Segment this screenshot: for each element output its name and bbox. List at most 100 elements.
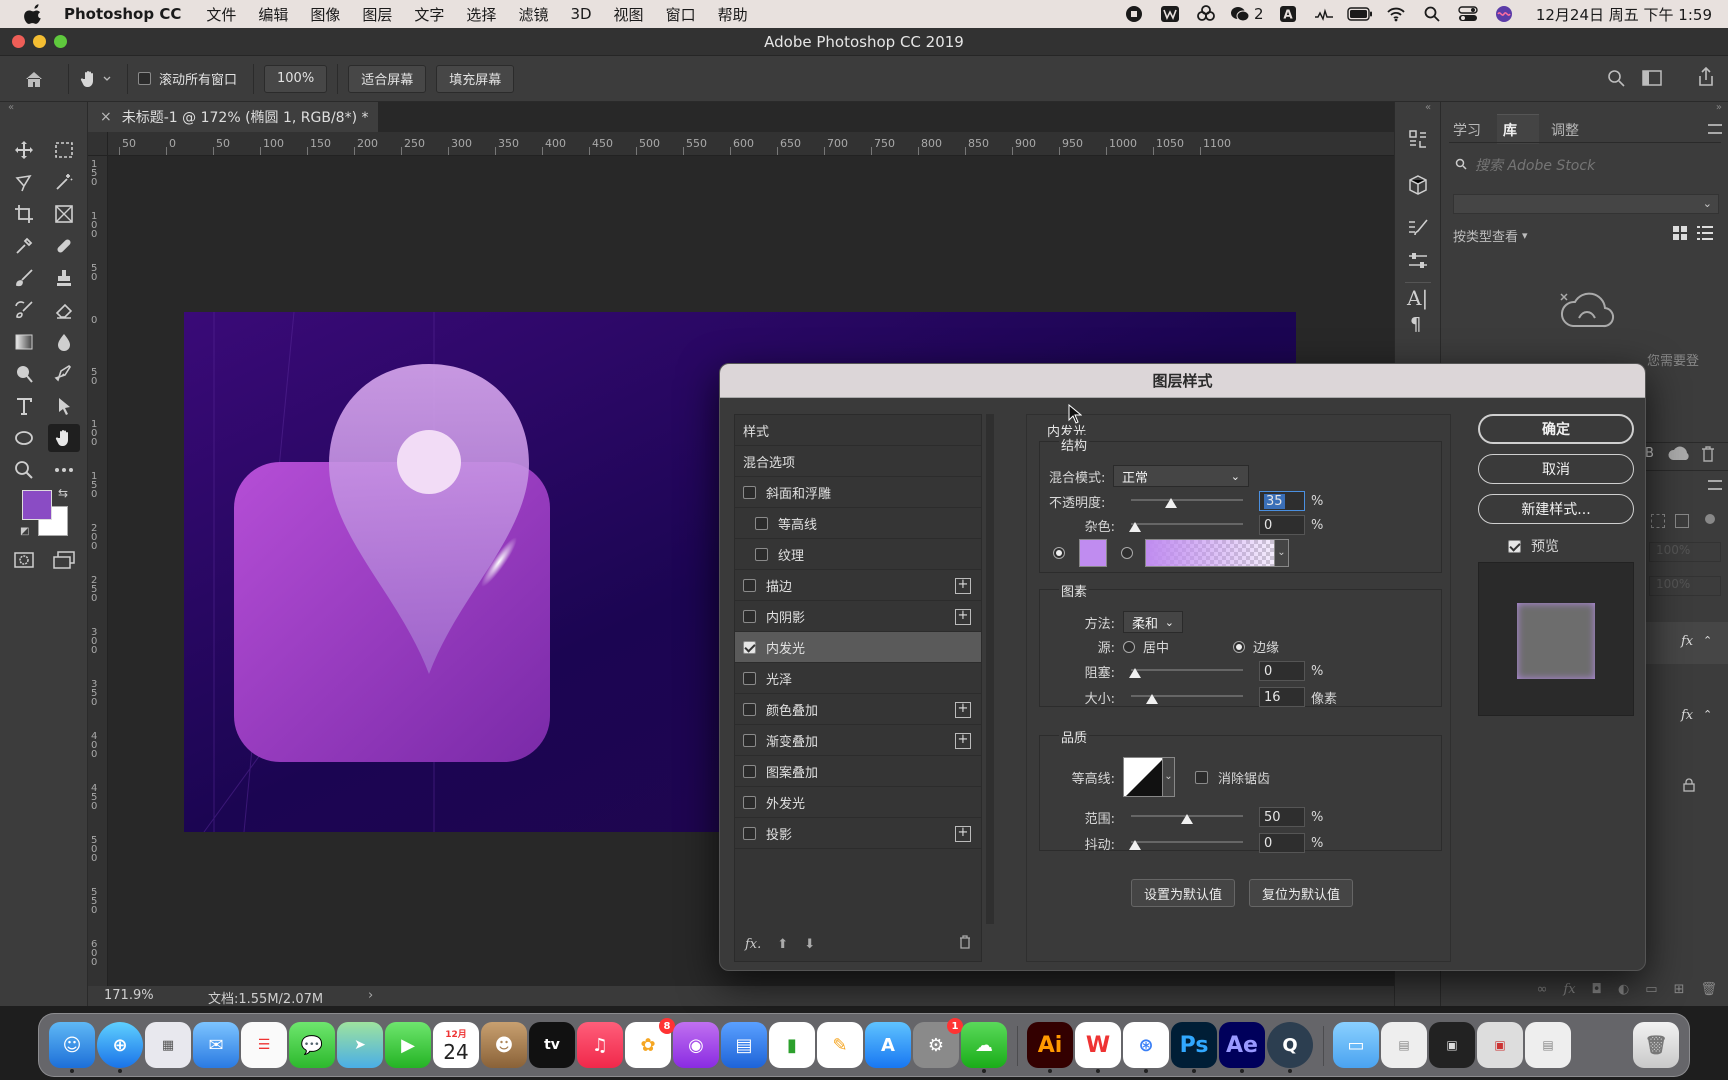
quicktime-icon[interactable]: Q (1267, 1022, 1313, 1068)
ellipse-tool-icon[interactable] (8, 424, 40, 452)
clone-stamp-icon[interactable] (48, 264, 80, 292)
effect-item[interactable]: 纹理 (735, 539, 981, 570)
home-icon[interactable] (0, 70, 68, 88)
wifi-icon[interactable] (1378, 0, 1414, 28)
gradient-tool-icon[interactable] (8, 328, 40, 356)
chevron-up-icon[interactable]: ⌃ (1703, 634, 1712, 647)
recent-doc-thumb-2[interactable]: ▣ (1429, 1022, 1475, 1068)
reminders-icon[interactable]: ☰ (241, 1022, 287, 1068)
layer-fx-icon[interactable]: fx (1681, 708, 1693, 723)
status-zoom[interactable]: 171.9% (104, 988, 154, 1003)
search-icon[interactable] (1607, 69, 1625, 91)
layers-menu-icon[interactable] (1708, 480, 1722, 490)
close-tab-icon[interactable]: × (100, 109, 112, 125)
range-slider[interactable] (1131, 812, 1243, 824)
effect-checkbox[interactable] (743, 795, 756, 809)
stop-record-icon[interactable] (1116, 0, 1152, 28)
layer-lock-icon[interactable] (1683, 778, 1695, 796)
eyedropper-tool-icon[interactable] (8, 232, 40, 260)
stock-search-input[interactable] (1475, 158, 1705, 174)
menu-app-name[interactable]: Photoshop CC (64, 5, 181, 23)
music-icon[interactable]: ♫ (577, 1022, 623, 1068)
minimize-window-button[interactable] (33, 35, 46, 48)
workspace-icon[interactable] (1642, 69, 1664, 91)
lock-position-icon[interactable] (1705, 514, 1715, 524)
input-method-icon[interactable]: A (1270, 0, 1306, 28)
reset-default-button[interactable]: 复位为默认值 (1249, 879, 1353, 907)
share-icon[interactable] (1696, 66, 1716, 91)
effect-item[interactable]: 描边 + (735, 570, 981, 601)
menu-clock[interactable]: 12月24日 周五 下午 1:59 (1536, 4, 1712, 25)
add-effect-instance-icon[interactable]: + (955, 826, 971, 842)
zoom-tool-icon[interactable] (8, 456, 40, 484)
trash-icon[interactable] (1701, 446, 1715, 466)
zoom-window-button[interactable] (54, 35, 67, 48)
effect-checkbox[interactable] (743, 826, 756, 840)
effect-item[interactable]: 等高线 (735, 508, 981, 539)
photoshop-icon[interactable]: Ps (1171, 1022, 1217, 1068)
size-slider-thumb[interactable] (1145, 694, 1158, 704)
noise-slider[interactable] (1129, 520, 1243, 532)
effect-item[interactable]: 外发光 (735, 787, 981, 818)
effect-checkbox[interactable] (743, 671, 756, 685)
collapse-toolbar-icon[interactable]: « (8, 102, 14, 113)
source-edge-radio[interactable] (1233, 640, 1246, 653)
blending-options-item[interactable]: 混合选项 (735, 446, 981, 477)
add-effect-instance-icon[interactable]: + (955, 733, 971, 749)
cloud-status-icon[interactable] (1667, 444, 1691, 466)
recent-doc-thumb-3[interactable]: ▣ (1477, 1022, 1523, 1068)
effect-item[interactable]: 斜面和浮雕 (735, 477, 981, 508)
add-style-icon[interactable]: fx (1563, 982, 1575, 997)
add-mask-icon[interactable]: ◘ (1592, 982, 1602, 997)
vertical-ruler[interactable]: 1 5 0 1 0 0 5 0 0 5 0 1 0 0 1 5 0 2 0 0 2 5 0 3 0… (88, 156, 108, 986)
hand-tool-preset-picker[interactable] (79, 69, 111, 89)
magic-wand-icon[interactable] (48, 168, 80, 196)
link-layers-icon[interactable]: ∞ (1537, 982, 1548, 997)
cancel-button[interactable]: 取消 (1478, 454, 1634, 484)
menu-filter[interactable]: 滤镜 (518, 4, 548, 25)
contacts-icon[interactable]: ☻ (481, 1022, 527, 1068)
range-slider-thumb[interactable] (1181, 814, 1193, 824)
styles-scrollbar[interactable] (986, 414, 994, 924)
character-panel-icon[interactable]: A| (1407, 286, 1428, 310)
preview-checkbox[interactable] (1508, 539, 1521, 553)
status-menu-arrow-icon[interactable]: › (368, 988, 373, 1003)
frame-tool-icon[interactable] (48, 200, 80, 228)
list-view-icon[interactable] (1697, 226, 1713, 244)
menu-image[interactable]: 图像 (310, 4, 340, 25)
numbers-icon[interactable]: ▮ (769, 1022, 815, 1068)
status-doc-size[interactable]: 文档:1.55M/2.07M (208, 988, 323, 1007)
effect-checkbox[interactable] (743, 764, 756, 778)
menu-view[interactable]: 视图 (614, 4, 644, 25)
chevron-down-icon[interactable]: ⌄ (1275, 539, 1289, 567)
panel-menu-icon[interactable] (1708, 124, 1722, 134)
make-default-button[interactable]: 设置为默认值 (1131, 879, 1235, 907)
opacity-slider-thumb[interactable] (1165, 498, 1178, 508)
tab-library[interactable]: 库 (1503, 120, 1517, 140)
messages-icon[interactable]: 💬 (289, 1022, 335, 1068)
quick-mask-icon[interactable] (8, 546, 40, 574)
more-tools-icon[interactable] (48, 456, 80, 484)
brush-tool-icon[interactable] (8, 264, 40, 292)
history-panel-icon[interactable] (1407, 128, 1429, 154)
swap-colors-icon[interactable]: ⇆ (58, 486, 68, 500)
range-input[interactable]: 50 (1259, 807, 1305, 827)
jitter-slider[interactable] (1129, 838, 1243, 850)
lock-transparent-icon[interactable] (1651, 514, 1665, 528)
new-group-icon[interactable]: ▭ (1645, 982, 1657, 997)
tab-learn[interactable]: 学习 (1453, 120, 1481, 140)
effect-item[interactable]: 图案叠加 (735, 756, 981, 787)
effect-checkbox[interactable] (743, 609, 756, 623)
move-up-icon[interactable]: ⬆ (777, 937, 788, 952)
grid-view-icon[interactable] (1673, 226, 1687, 244)
safari-icon[interactable]: ⊕ (97, 1022, 143, 1068)
technique-select[interactable]: 柔和 ⌄ (1123, 611, 1183, 633)
spotlight-search-icon[interactable] (1414, 0, 1450, 28)
menu-3d[interactable]: 3D (570, 5, 591, 23)
solid-color-radio[interactable] (1053, 547, 1065, 559)
choke-slider[interactable] (1129, 666, 1243, 678)
chevron-up-icon[interactable]: ⌃ (1703, 708, 1712, 721)
styles-header[interactable]: 样式 (735, 415, 981, 446)
lock-pixels-icon[interactable] (1675, 514, 1689, 528)
dodge-tool-icon[interactable] (8, 360, 40, 388)
